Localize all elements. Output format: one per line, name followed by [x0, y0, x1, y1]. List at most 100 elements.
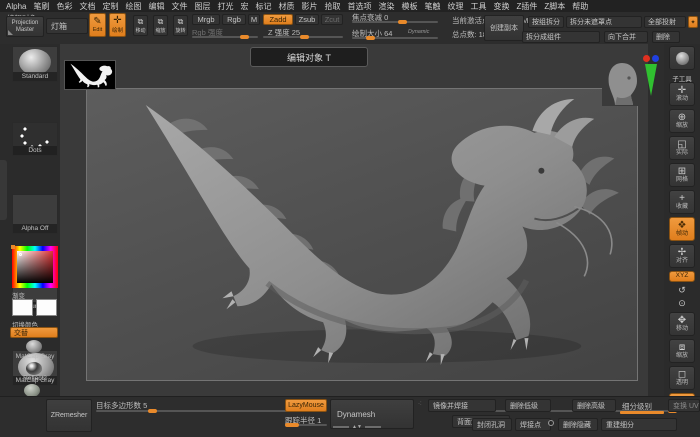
rgb-button[interactable]: Rgb: [222, 14, 246, 25]
mrgb-button[interactable]: Mrgb: [192, 14, 220, 25]
zsub-button[interactable]: Zsub: [295, 14, 319, 25]
draw-size-slider[interactable]: [352, 37, 438, 39]
target-polys-slider[interactable]: [96, 410, 310, 412]
lightbox-button[interactable]: 灯箱: [46, 18, 88, 34]
align-button[interactable]: ✢对齐: [669, 244, 695, 268]
edit-button[interactable]: ✎ Edit: [89, 13, 106, 37]
current-brush-thumbnail[interactable]: Standard: [12, 46, 58, 82]
menu-render[interactable]: 渲染: [378, 1, 394, 12]
scale-tool-button[interactable]: ⧈缩放: [669, 339, 695, 363]
m-label: M: [251, 15, 257, 24]
zoom-label: 缩放: [676, 123, 688, 130]
favorites-button[interactable]: +收藏: [669, 190, 695, 214]
m-button[interactable]: M: [248, 14, 260, 25]
focal-shift-slider[interactable]: [352, 21, 438, 23]
menu-brush[interactable]: 笔刷: [33, 1, 49, 12]
z-intensity-slider[interactable]: [263, 36, 343, 38]
frame-button[interactable]: ❖帧动: [669, 217, 695, 241]
delete-button[interactable]: 删除: [652, 31, 680, 43]
menu-tool[interactable]: 工具: [470, 1, 486, 12]
menu-color[interactable]: 色彩: [56, 1, 72, 12]
scale-button[interactable]: ⧉ 缩放: [153, 15, 168, 36]
scroll-button[interactable]: ✛滚动: [669, 82, 695, 106]
project-all-button[interactable]: 全部投射: [644, 16, 686, 28]
zcut-button[interactable]: Zcut: [321, 14, 343, 25]
projection-master-button[interactable]: Projection Master: [6, 16, 44, 37]
left-tray-divider-handle[interactable]: [0, 160, 7, 220]
menu-light[interactable]: 打光: [217, 1, 233, 12]
grid-button[interactable]: ⊞网格: [669, 163, 695, 187]
zremesher-button[interactable]: ZRemesher: [46, 399, 92, 432]
split-to-parts-button[interactable]: 拆分成组件: [522, 31, 600, 43]
close-holes-button[interactable]: 封闭孔洞: [472, 418, 512, 431]
weld-points-radio-icon[interactable]: [548, 420, 554, 426]
menu-file[interactable]: 文件: [171, 1, 187, 12]
del-hidden-button[interactable]: 删除隐藏: [558, 418, 598, 431]
menu-marker[interactable]: 标记: [255, 1, 271, 12]
menu-custom[interactable]: 定制: [102, 1, 118, 12]
del-lower-button[interactable]: 删除低级: [505, 399, 551, 412]
close-holes-label: 封闭孔洞: [477, 420, 505, 430]
menu-edit[interactable]: 编辑: [148, 1, 164, 12]
bottom-scroll-control[interactable]: ▲▼: [333, 424, 381, 430]
rgb-intensity-slider[interactable]: [192, 36, 258, 38]
reconstruct-subdiv-button[interactable]: 重建细分: [601, 418, 677, 431]
move-tool-button[interactable]: ✥移动: [669, 312, 695, 336]
menu-material[interactable]: 材质: [278, 1, 294, 12]
scale-tool-label: 缩放: [676, 353, 688, 360]
draw-button[interactable]: ✛ 绘制: [109, 13, 126, 37]
actual-size-button[interactable]: ◱实际: [669, 136, 695, 160]
secondary-color-swatch[interactable]: [36, 299, 57, 316]
transparent-button[interactable]: ◻透明: [669, 366, 695, 390]
current-stroke-thumbnail[interactable]: Dots: [12, 122, 58, 156]
reference-image-thumbnail[interactable]: [64, 60, 116, 90]
lazy-radius-slider[interactable]: [285, 424, 327, 426]
menu-stroke[interactable]: 笔触: [424, 1, 440, 12]
matcap-gray-item[interactable]: MatCap Gray: [12, 340, 58, 360]
xyz-button[interactable]: XYZ: [669, 271, 695, 282]
del-higher-button[interactable]: 删除高级: [572, 399, 616, 412]
menu-help[interactable]: 帮助: [572, 1, 588, 12]
shelf-orange-toggle[interactable]: ✦: [688, 16, 698, 28]
menu-document[interactable]: 文档: [79, 1, 95, 12]
menu-draw[interactable]: 绘图: [125, 1, 141, 12]
create-copy-button[interactable]: 创建副本: [484, 15, 524, 41]
main-color-swatch[interactable]: [12, 299, 33, 316]
menu-transform[interactable]: 变换: [493, 1, 509, 12]
saturation-box[interactable]: [17, 251, 53, 283]
menu-zplugin[interactable]: Z插件: [516, 1, 537, 12]
sdiv-level-slider[interactable]: [620, 411, 664, 414]
menu-movie[interactable]: 影片: [301, 1, 317, 12]
menu-alpha[interactable]: Alpha: [6, 2, 26, 11]
color-picker[interactable]: [12, 246, 58, 288]
head-preview[interactable]: [602, 58, 642, 106]
groups-split-button[interactable]: 按组拆分: [528, 16, 564, 28]
split-unmasked-button[interactable]: 拆分未遮罩点: [566, 16, 642, 28]
menu-preferences[interactable]: 首选项: [347, 1, 371, 12]
material-quick-button[interactable]: [669, 46, 695, 70]
rotate-button[interactable]: ⧉ 旋转: [173, 15, 188, 36]
menu-zscript[interactable]: Z脚本: [544, 1, 565, 12]
y-rotate-button[interactable]: ↺: [669, 285, 695, 296]
reflect2-item[interactable]: Reflect2: [12, 362, 58, 382]
current-alpha-thumbnail[interactable]: Alpha Off: [12, 194, 58, 234]
move-button[interactable]: ⧉ 移动: [133, 15, 148, 36]
menu-stencil[interactable]: 模板: [401, 1, 417, 12]
alt-button[interactable]: 交替: [10, 327, 58, 338]
mirror-weld-button[interactable]: 镜像并焊接: [428, 399, 496, 412]
lazymouse-button[interactable]: LazyMouse: [285, 399, 327, 412]
menu-picker[interactable]: 拾取: [324, 1, 340, 12]
merge-down-button[interactable]: 向下合并: [604, 31, 648, 43]
dots-decoration: ·:: [418, 401, 422, 407]
document-area[interactable]: [86, 88, 638, 381]
magnify-button[interactable]: ⊙: [669, 298, 695, 309]
menu-layer[interactable]: 图层: [194, 1, 210, 12]
zoom3d-button[interactable]: ⊕缩放: [669, 109, 695, 133]
zadd-button[interactable]: Zadd: [263, 14, 293, 25]
viewport[interactable]: [60, 44, 648, 396]
menu-texture[interactable]: 纹理: [447, 1, 463, 12]
morph-uv-button[interactable]: 变换 UV: [668, 399, 700, 412]
weld-points-button[interactable]: 焊接点: [515, 418, 551, 431]
orientation-gizmo[interactable]: [643, 55, 663, 100]
menu-macro[interactable]: 宏: [240, 1, 248, 12]
